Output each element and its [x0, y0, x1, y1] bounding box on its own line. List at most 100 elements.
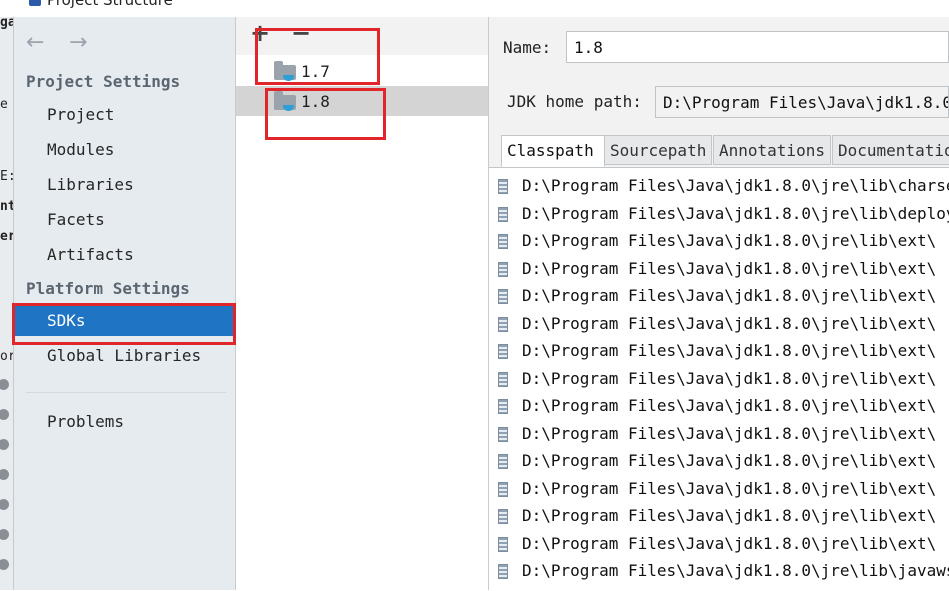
sidebar-item-sdks[interactable]: SDKs: [14, 306, 235, 336]
gear-icon: [0, 469, 9, 480]
sidebar-item-label: Modules: [47, 140, 115, 159]
background-text: er: [0, 229, 13, 244]
tab-sourcepath[interactable]: Sourcepath: [604, 135, 712, 165]
classpath-row[interactable]: D:\Program Files\Java\jdk1.8.0\jre\lib\e…: [489, 530, 949, 558]
sdk-item-1-7[interactable]: 1.7: [236, 56, 488, 86]
classpath-row[interactable]: D:\Program Files\Java\jdk1.8.0\jre\lib\e…: [489, 282, 949, 310]
jar-file-icon: [498, 179, 508, 194]
sidebar-item-label: Problems: [47, 412, 125, 431]
sdk-label: 1.8: [301, 92, 330, 111]
jar-file-icon: [498, 206, 508, 222]
name-field[interactable]: 1.8: [566, 31, 949, 63]
jar-file-icon: [498, 399, 508, 414]
classpath-row[interactable]: D:\Program Files\Java\jdk1.8.0\jre\lib\e…: [489, 420, 949, 448]
classpath-list[interactable]: D:\Program Files\Java\jdk1.8.0\jre\lib\c…: [489, 167, 949, 591]
title-bar: Project Structure: [0, 0, 949, 17]
jar-file-icon: [498, 454, 508, 469]
classpath-row[interactable]: D:\Program Files\Java\jdk1.8.0\jre\lib\e…: [489, 475, 949, 503]
gear-icon: [0, 409, 9, 420]
forward-arrow-icon[interactable]: →: [69, 30, 87, 55]
classpath-entry: D:\Program Files\Java\jdk1.8.0\jre\lib\d…: [522, 203, 949, 223]
classpath-entry: D:\Program Files\Java\jdk1.8.0\jre\lib\e…: [522, 258, 937, 278]
background-text: or: [0, 349, 13, 364]
classpath-entry: D:\Program Files\Java\jdk1.8.0\jre\lib\e…: [522, 231, 937, 250]
classpath-row[interactable]: D:\Program Files\Java\jdk1.8.0\jre\lib\e…: [489, 310, 949, 338]
classpath-entry: D:\Program Files\Java\jdk1.8.0\jre\lib\j…: [522, 561, 949, 580]
classpath-row[interactable]: D:\Program Files\Java\jdk1.8.0\jre\lib\e…: [489, 447, 949, 475]
tab-documentation[interactable]: Documentation: [832, 135, 949, 165]
sidebar-item-facets[interactable]: Facets: [14, 205, 235, 235]
background-text: nt: [0, 199, 13, 214]
sidebar-item-problems[interactable]: Problems: [14, 407, 235, 437]
background-text: e: [0, 97, 8, 112]
classpath-entry: D:\Program Files\Java\jdk1.8.0\jre\lib\c…: [522, 176, 949, 195]
jar-file-icon: [498, 289, 508, 304]
classpath-row[interactable]: D:\Program Files\Java\jdk1.8.0\jre\lib\e…: [489, 255, 949, 283]
sidebar-item-modules[interactable]: Modules: [14, 135, 235, 165]
classpath-row[interactable]: D:\Program Files\Java\jdk1.8.0\jre\lib\e…: [489, 365, 949, 393]
sidebar-item-global-libraries[interactable]: Global Libraries: [14, 341, 235, 371]
window-title: Project Structure: [47, 0, 173, 9]
classpath-row[interactable]: D:\Program Files\Java\jdk1.8.0\jre\lib\d…: [489, 200, 949, 228]
jar-file-icon: [498, 481, 508, 497]
classpath-entry: D:\Program Files\Java\jdk1.8.0\jre\lib\e…: [522, 368, 937, 388]
platform-settings-heading: Platform Settings: [26, 279, 190, 298]
app-icon: [29, 0, 41, 6]
gear-icon: [0, 379, 9, 390]
sidebar-item-label: Facets: [47, 210, 105, 229]
sdk-toolbar: + −: [236, 17, 488, 55]
sidebar-item-label: Artifacts: [47, 245, 134, 264]
classpath-row[interactable]: D:\Program Files\Java\jdk1.8.0\jre\lib\e…: [489, 392, 949, 420]
sidebar-item-label: Global Libraries: [47, 346, 202, 365]
tab-annotations[interactable]: Annotations: [713, 135, 831, 165]
jar-file-icon: [498, 344, 508, 359]
sdk-label: 1.7: [301, 62, 330, 81]
gear-icon: [0, 529, 9, 540]
sidebar-item-project[interactable]: Project: [14, 100, 235, 130]
jdk-home-label: JDK home path:: [507, 92, 642, 111]
classpath-entry: D:\Program Files\Java\jdk1.8.0\jre\lib\e…: [522, 341, 937, 360]
sidebar-item-label: SDKs: [47, 311, 86, 330]
name-label: Name:: [503, 38, 552, 57]
jar-file-icon: [498, 316, 508, 332]
classpath-entry: D:\Program Files\Java\jdk1.8.0\jre\lib\e…: [522, 451, 937, 470]
tab-classpath[interactable]: Classpath: [501, 135, 605, 167]
classpath-row[interactable]: D:\Program Files\Java\jdk1.8.0\jre\lib\j…: [489, 557, 949, 585]
sidebar-item-libraries[interactable]: Libraries: [14, 170, 235, 200]
classpath-row[interactable]: D:\Program Files\Java\jdk1.8.0\jre\lib\e…: [489, 502, 949, 530]
gear-icon: [0, 559, 9, 570]
jar-file-icon: [498, 509, 508, 524]
jar-file-icon: [498, 234, 508, 249]
sdk-detail-panel: Name: 1.8 JDK home path: D:\Program File…: [489, 17, 949, 591]
jar-file-icon: [498, 536, 508, 552]
classpath-row[interactable]: D:\Program Files\Java\jdk1.8.0\jre\lib\e…: [489, 227, 949, 255]
classpath-row[interactable]: D:\Program Files\Java\jdk1.8.0\jre\lib\e…: [489, 337, 949, 365]
jar-file-icon: [498, 426, 508, 442]
classpath-entry: D:\Program Files\Java\jdk1.8.0\jre\lib\e…: [522, 423, 937, 443]
remove-sdk-button[interactable]: −: [291, 19, 311, 47]
jar-file-icon: [498, 564, 508, 579]
back-arrow-icon[interactable]: ←: [26, 30, 44, 55]
gear-icon: [0, 499, 9, 510]
jdk-home-path-field[interactable]: D:\Program Files\Java\jdk1.8.0: [655, 86, 949, 118]
classpath-entry: D:\Program Files\Java\jdk1.8.0\jre\lib\e…: [522, 396, 937, 415]
jar-file-icon: [498, 371, 508, 387]
classpath-row[interactable]: D:\Program Files\Java\jdk1.8.0\jre\lib\c…: [489, 172, 949, 200]
sidebar-item-label: Project: [47, 105, 115, 124]
gear-icon: [0, 439, 9, 450]
java-cup-icon: [283, 105, 294, 111]
sdk-item-1-8[interactable]: 1.8: [236, 86, 488, 116]
sdk-list-panel: + − 1.7 1.8: [236, 17, 489, 590]
sidebar-item-artifacts[interactable]: Artifacts: [14, 240, 235, 270]
project-settings-heading: Project Settings: [26, 72, 181, 91]
background-text: ga: [0, 17, 13, 30]
classpath-entry: D:\Program Files\Java\jdk1.8.0\jre\lib\e…: [522, 533, 937, 553]
classpath-entry: D:\Program Files\Java\jdk1.8.0\jre\lib\e…: [522, 506, 937, 525]
classpath-entry: D:\Program Files\Java\jdk1.8.0\jre\lib\e…: [522, 286, 937, 305]
classpath-entry: D:\Program Files\Java\jdk1.8.0\jre\lib\e…: [522, 478, 937, 498]
sidebar-item-label: Libraries: [47, 175, 134, 194]
jar-file-icon: [498, 261, 508, 277]
java-cup-icon: [283, 75, 294, 81]
background-text: E:: [0, 169, 13, 184]
add-sdk-button[interactable]: +: [250, 19, 270, 47]
